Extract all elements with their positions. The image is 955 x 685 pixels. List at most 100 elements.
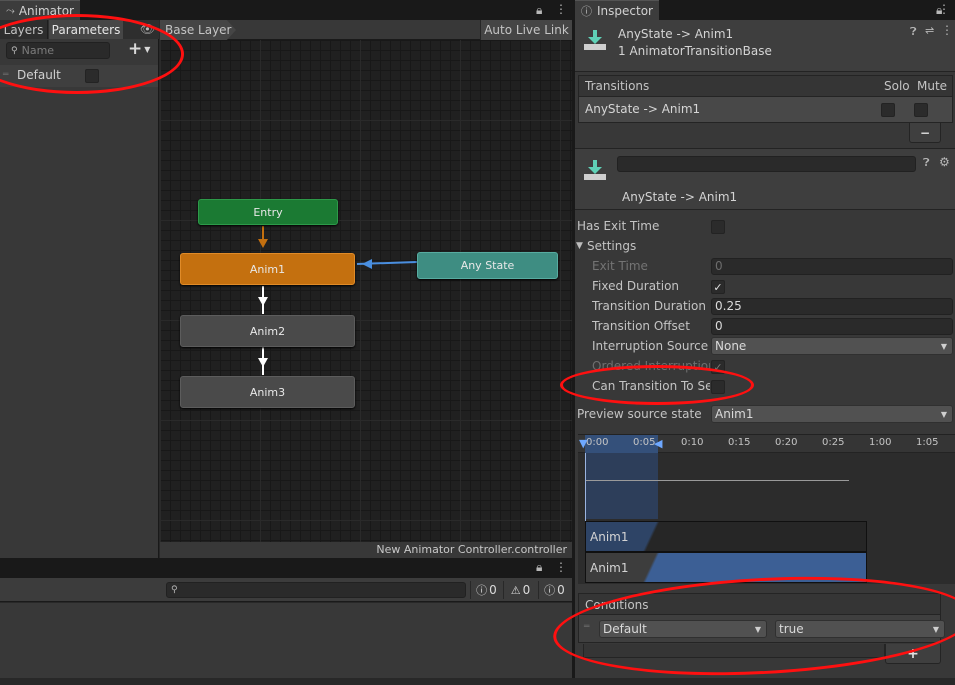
inspector-kebab-menu-icon[interactable]: ⋮ bbox=[938, 2, 950, 16]
help-icon[interactable]: ❓︎ bbox=[910, 25, 917, 39]
info-icon: ⓘ bbox=[476, 584, 488, 597]
interruption-source-value: None bbox=[715, 339, 747, 353]
inspector-header-subtitle: 1 AnimatorTransitionBase bbox=[618, 44, 772, 58]
ordered-interruption-label: Ordered Interruption bbox=[592, 359, 710, 373]
info-filter-toggle[interactable]: ⓘ 0 bbox=[470, 581, 502, 599]
transitions-list-header: Transitions Solo Mute bbox=[578, 75, 953, 97]
parameter-search-field[interactable]: ⚲ Name bbox=[6, 42, 110, 59]
gear-icon[interactable]: ⚙ bbox=[939, 155, 950, 169]
console-search-field[interactable]: ⚲ bbox=[166, 582, 466, 598]
animator-window-tab[interactable]: ⤳ Animator bbox=[0, 0, 80, 20]
remove-transition-button[interactable]: − bbox=[909, 123, 941, 143]
has-exit-time-checkbox[interactable] bbox=[711, 220, 725, 234]
dropdown-chevron-icon: ▼ bbox=[754, 624, 761, 634]
condition-parameter-value: Default bbox=[603, 622, 647, 636]
animator-icon: ⤳ bbox=[6, 3, 15, 17]
transition-name-field[interactable] bbox=[617, 156, 916, 172]
error-icon: ⓘ bbox=[544, 584, 556, 597]
dropdown-chevron-icon: ▼ bbox=[932, 624, 939, 634]
eye-icon[interactable]: 👁︎ bbox=[140, 22, 155, 36]
parameter-row[interactable]: ═ Default bbox=[0, 65, 158, 87]
transition-timeline[interactable]: 0:00 0:05 0:10 0:15 0:20 0:25 1:00 1:05 … bbox=[578, 434, 955, 584]
animator-sidebar: Layers Parameters ⚲ Name + ▼ ═ Default bbox=[0, 20, 159, 558]
anystate-transition-arrowhead bbox=[362, 259, 372, 269]
tick-1-05: 1:05 bbox=[916, 437, 939, 448]
kebab-menu-icon[interactable]: ⋮ bbox=[555, 2, 567, 16]
tick-1-00: 1:00 bbox=[869, 437, 892, 448]
entry-transition-arrowhead bbox=[258, 239, 268, 248]
warning-icon: ⚠ bbox=[510, 583, 521, 597]
condition-row[interactable]: ═ Default ▼ true ▼ bbox=[578, 615, 945, 643]
warning-filter-toggle[interactable]: ⚠ 0 bbox=[503, 581, 537, 599]
settings-foldout-icon[interactable]: ▼ bbox=[576, 241, 583, 251]
dropdown-chevron-icon: ▼ bbox=[940, 409, 947, 419]
anim1-state-node[interactable]: Anim1 bbox=[180, 253, 355, 285]
can-transition-to-self-checkbox[interactable] bbox=[711, 380, 725, 394]
state-machine-graph[interactable]: 👁︎ Base Layer Auto Live Link Entry Anim1… bbox=[140, 20, 572, 558]
console-lock-icon[interactable]: 🔒︎ bbox=[536, 560, 542, 575]
condition-parameter-dropdown[interactable]: Default ▼ bbox=[599, 620, 767, 638]
exit-time-label: Exit Time bbox=[592, 259, 648, 273]
preview-source-dropdown[interactable]: Anim1 ▼ bbox=[711, 405, 953, 423]
transition-end-marker-icon[interactable]: ◀ bbox=[654, 437, 662, 450]
playhead-marker-icon[interactable]: ▼ bbox=[579, 437, 591, 450]
has-exit-time-label: Has Exit Time bbox=[577, 219, 660, 233]
conditions-label: Conditions bbox=[585, 598, 649, 612]
console-search-icon: ⚲ bbox=[171, 585, 178, 595]
anim2-state-node[interactable]: Anim2 bbox=[180, 315, 355, 347]
transition-offset-field[interactable]: 0 bbox=[711, 318, 953, 335]
parameter-name: Default bbox=[17, 68, 61, 82]
solo-checkbox[interactable] bbox=[881, 103, 895, 117]
source-state-track[interactable]: Anim1 bbox=[585, 521, 867, 552]
tab-layers[interactable]: Layers bbox=[0, 20, 48, 39]
conditions-list-header: Conditions bbox=[578, 593, 941, 615]
transition-help-icon[interactable]: ❓︎ bbox=[923, 156, 930, 170]
inspector-window-tab[interactable]: ⓘ Inspector bbox=[575, 0, 659, 20]
transition-list-row[interactable]: AnyState -> Anim1 bbox=[578, 97, 953, 123]
transition-duration-field[interactable]: 0.25 bbox=[711, 298, 953, 315]
fixed-duration-checkbox[interactable]: ✓ bbox=[711, 280, 725, 294]
parameter-default-checkbox[interactable] bbox=[85, 69, 99, 83]
mute-checkbox[interactable] bbox=[914, 103, 928, 117]
interruption-source-dropdown[interactable]: None ▼ bbox=[711, 337, 953, 355]
timeline-ruler: 0:00 0:05 0:10 0:15 0:20 0:25 1:00 1:05 … bbox=[578, 435, 955, 453]
info-count: 0 bbox=[489, 583, 497, 597]
anim1-anim2-arrowhead bbox=[258, 297, 268, 306]
condition-value-dropdown[interactable]: true ▼ bbox=[775, 620, 945, 638]
any-state-node[interactable]: Any State bbox=[417, 252, 558, 279]
settings-foldout-label[interactable]: Settings bbox=[587, 239, 636, 253]
transition-row-label: AnyState -> Anim1 bbox=[585, 102, 701, 116]
console-kebab-menu-icon[interactable]: ⋮ bbox=[555, 560, 567, 574]
error-filter-toggle[interactable]: ⓘ 0 bbox=[538, 581, 570, 599]
tab-parameters[interactable]: Parameters bbox=[49, 20, 123, 39]
destination-state-track[interactable]: Anim1 bbox=[585, 552, 867, 583]
tick-0-15: 0:15 bbox=[728, 437, 751, 448]
can-transition-to-self-label: Can Transition To Se bbox=[592, 379, 710, 393]
animator-tab-bar: ⤳ Animator 🔒︎ ⋮ bbox=[0, 0, 572, 20]
info-icon: ⓘ bbox=[581, 4, 592, 18]
chevron-down-icon: ▼ bbox=[144, 44, 151, 54]
header-kebab-icon[interactable]: ⋮ bbox=[941, 23, 953, 37]
condition-value: true bbox=[779, 622, 804, 636]
tick-0-25: 0:25 bbox=[822, 437, 845, 448]
transition-arrows bbox=[258, 226, 418, 375]
drag-handle-icon[interactable]: ═ bbox=[3, 70, 8, 80]
add-condition-button[interactable]: + bbox=[885, 644, 941, 664]
console-log-area[interactable] bbox=[0, 603, 572, 678]
tick-0-10: 0:10 bbox=[681, 437, 704, 448]
conditions-footer bbox=[583, 644, 885, 658]
warning-count: 0 bbox=[522, 583, 531, 597]
entry-node[interactable]: Entry bbox=[198, 199, 338, 225]
lock-icon[interactable]: 🔒︎ bbox=[536, 3, 542, 18]
source-track-label: Anim1 bbox=[590, 530, 629, 544]
add-parameter-button[interactable]: + ▼ bbox=[128, 39, 156, 59]
console-toolbar: ⚲ ⓘ 0 ⚠ 0 ⓘ 0 bbox=[0, 578, 572, 602]
condition-drag-handle-icon[interactable]: ═ bbox=[584, 622, 589, 632]
controller-path: New Animator Controller.controller bbox=[160, 542, 572, 558]
preview-source-value: Anim1 bbox=[715, 407, 754, 421]
preset-icon[interactable]: ⇌ bbox=[925, 24, 934, 37]
inspector-header: AnyState -> Anim1 1 AnimatorTransitionBa… bbox=[575, 20, 955, 72]
anim3-state-node[interactable]: Anim3 bbox=[180, 376, 355, 408]
fixed-duration-label: Fixed Duration bbox=[592, 279, 680, 293]
transition-icon bbox=[584, 30, 606, 52]
